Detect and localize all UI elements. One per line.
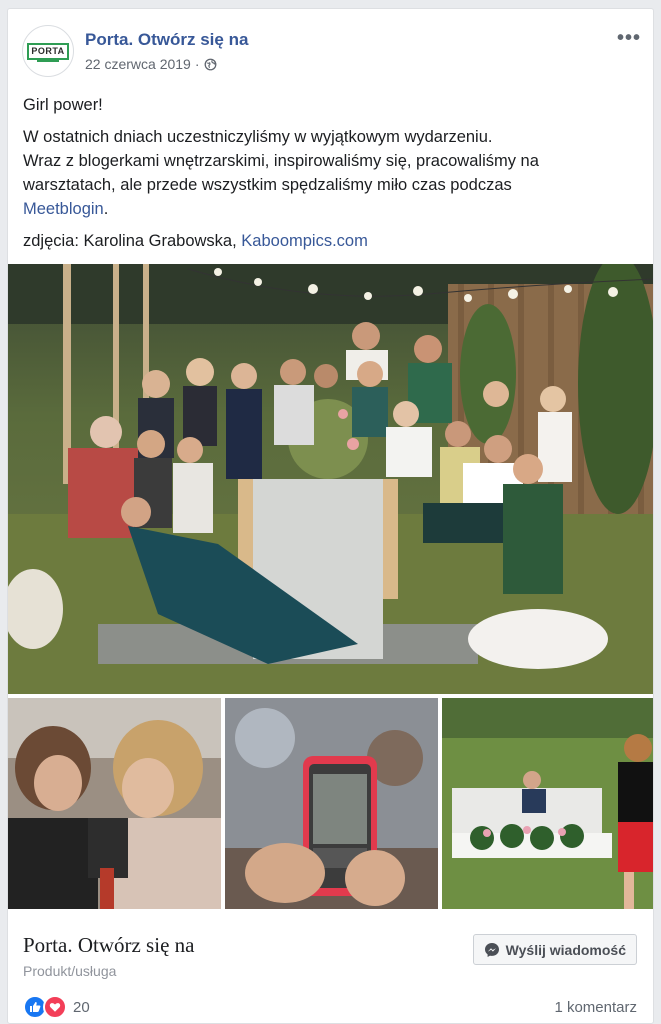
reaction-count: 20 — [73, 998, 90, 1016]
photo-row — [8, 698, 654, 909]
porta-logo: PORTA — [27, 42, 69, 62]
post-meta: 22 czerwca 2019 · — [85, 56, 217, 72]
post-header: PORTA Porta. Otwórz się na 22 czerwca 20… — [8, 9, 653, 89]
meta-separator: · — [194, 56, 200, 72]
page-name-link[interactable]: Porta. Otwórz się na — [85, 30, 248, 50]
phone-photo[interactable] — [225, 698, 438, 909]
group-photo[interactable] — [8, 264, 654, 694]
messenger-icon — [484, 942, 499, 957]
post-paragraph-line: warsztatach, ale przede wszystkim spędza… — [23, 176, 512, 194]
post-paragraph: W ostatnich dniach uczestniczyliśmy w wy… — [23, 125, 643, 221]
meetblogin-link[interactable]: Meetblogin — [23, 200, 104, 218]
love-icon — [43, 995, 67, 1019]
kaboompics-link[interactable]: Kaboompics.com — [241, 232, 368, 250]
credit-prefix: zdjęcia: Karolina Grabowska, — [23, 232, 237, 250]
post-text: Girl power! W ostatnich dniach uczestnic… — [23, 93, 643, 261]
photo-credit: zdjęcia: Karolina Grabowska, Kaboompics.… — [23, 229, 643, 253]
footer-page-category: Produkt/usługa — [23, 963, 117, 979]
globe-icon[interactable] — [204, 58, 217, 71]
footer-page-title[interactable]: Porta. Otwórz się na — [23, 933, 194, 958]
post-line-1: Girl power! — [23, 96, 103, 114]
garden-photo[interactable] — [442, 698, 654, 909]
workshop-photo[interactable] — [8, 698, 221, 909]
post-paragraph-line: W ostatnich dniach uczestniczyliśmy w wy… — [23, 128, 493, 146]
post-card: PORTA Porta. Otwórz się na 22 czerwca 20… — [7, 8, 654, 1024]
post-date[interactable]: 22 czerwca 2019 — [85, 56, 191, 72]
send-message-label: Wyślij wiadomość — [505, 941, 626, 958]
link-suffix: . — [103, 200, 109, 218]
comments-link[interactable]: 1 komentarz — [554, 999, 637, 1016]
page-avatar[interactable]: PORTA — [22, 25, 74, 77]
page-footer: Porta. Otwórz się na Produkt/usługa Wyśl… — [8, 909, 653, 1023]
more-options-icon[interactable]: ••• — [617, 27, 641, 50]
reactions-summary[interactable]: 20 — [23, 995, 90, 1019]
send-message-button[interactable]: Wyślij wiadomość — [472, 934, 637, 965]
post-paragraph-line: Wraz z blogerkami wnętrzarskimi, inspiro… — [23, 152, 539, 170]
